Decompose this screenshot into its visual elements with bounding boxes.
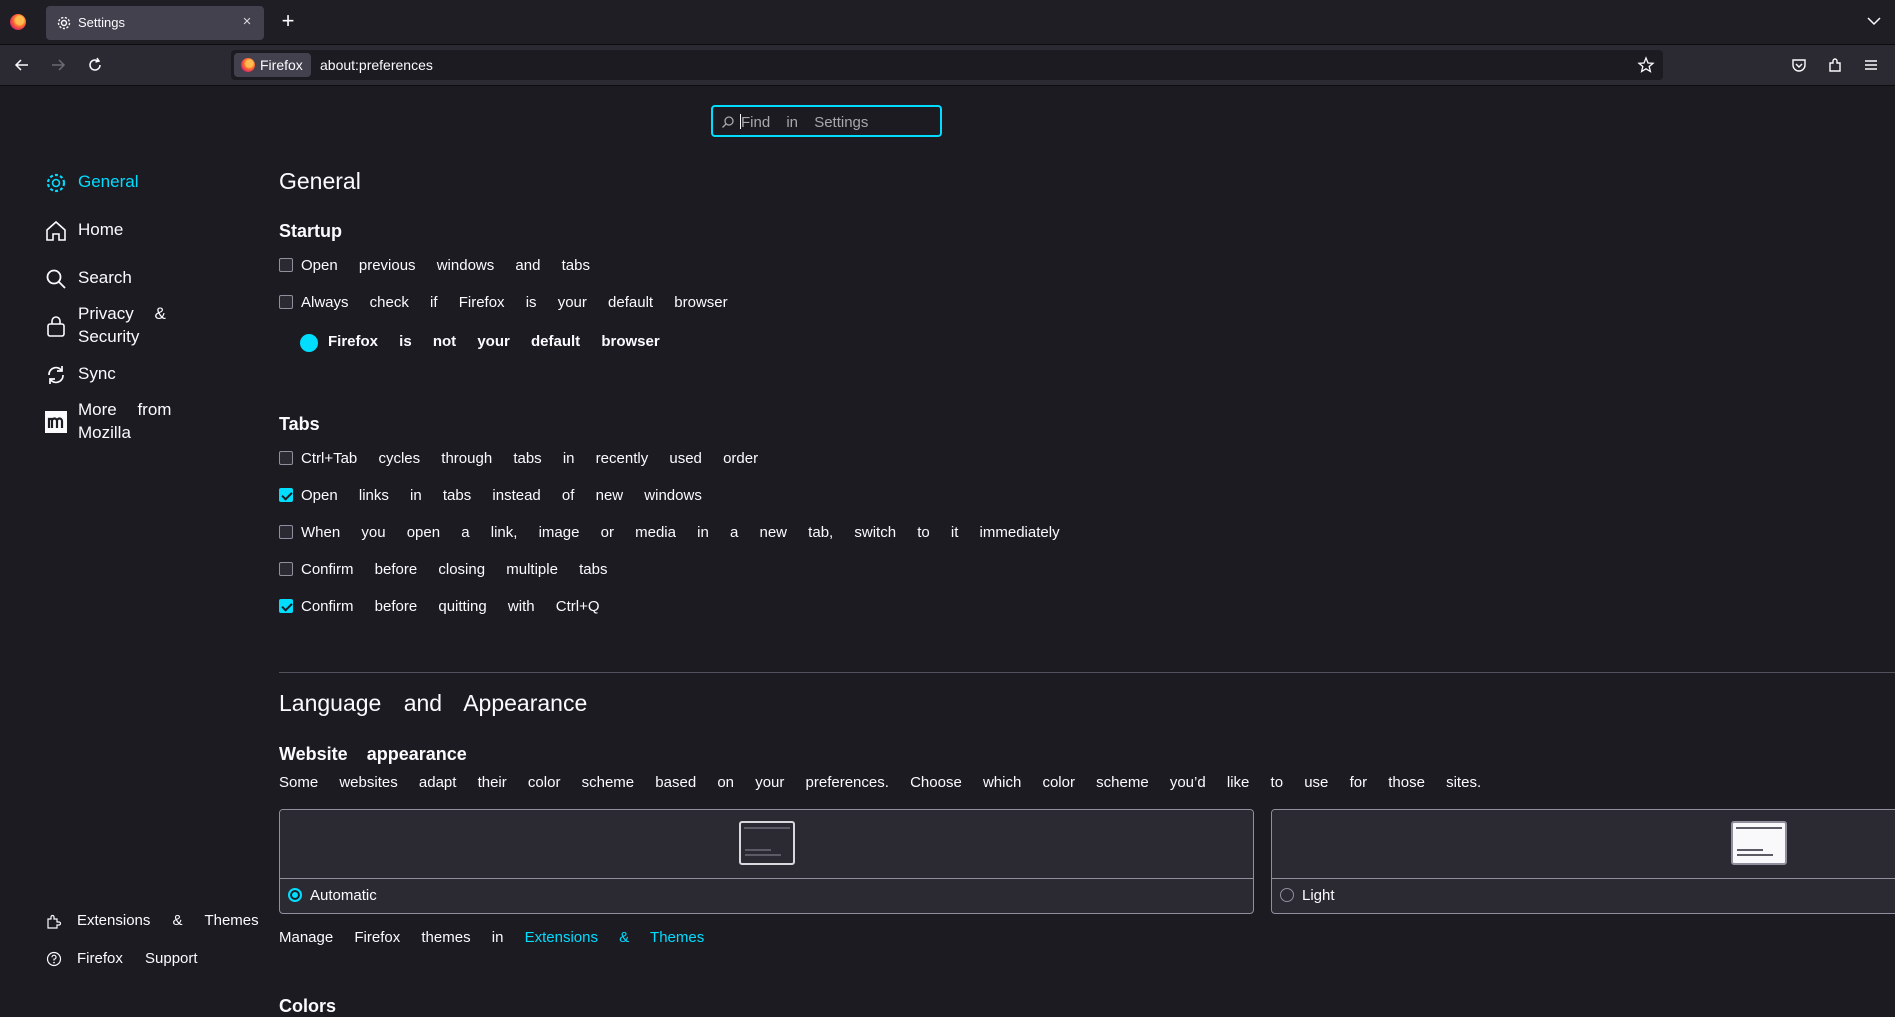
sad-face-icon [300,334,318,352]
home-icon [46,220,66,241]
mozilla-icon [45,411,67,433]
checkbox[interactable] [279,488,293,502]
radio-automatic[interactable] [288,888,302,902]
identity-label: Firefox [260,57,303,73]
checkbox-label: Confirm before quitting with Ctrl+Q [301,598,600,615]
back-icon[interactable] [12,55,32,75]
checkbox[interactable] [279,525,293,539]
checkbox[interactable] [279,258,293,272]
radio-light[interactable] [1280,888,1294,902]
heading-colors: Colors [279,996,337,1016]
automatic-theme-thumbnail [739,821,795,865]
sidebar-footer-label: Extensions & Themes [77,912,259,929]
tab-settings[interactable]: Settings × [46,6,264,40]
sidebar-item-label: General [78,172,139,191]
menu-icon[interactable] [1861,55,1881,75]
forward-icon[interactable] [48,55,68,75]
search-icon [722,116,734,128]
appearance-option-automatic[interactable]: Automatic [279,809,1254,914]
website-appearance-description: Some websites adapt their color scheme b… [279,774,1482,791]
reload-icon[interactable] [85,55,105,75]
lock-icon [47,316,65,337]
checkbox-label: Confirm before closing multiple tabs [301,561,608,578]
close-tab-button[interactable]: × [238,13,256,31]
section-divider [279,672,1895,673]
checkbox[interactable] [279,451,293,465]
checkbox-label: Ctrl+Tab cycles through tabs in recently… [301,450,759,467]
checkbox[interactable] [279,562,293,576]
sync-icon [48,366,64,384]
checkbox[interactable] [279,295,293,309]
puzzle-icon [47,914,62,929]
help-icon [46,951,62,967]
heading-tabs: Tabs [279,414,320,434]
search-icon [46,269,66,289]
sidebar-item-label: Search [78,268,132,287]
manage-themes-prefix: Manage Firefox themes in [279,929,504,946]
heading-startup: Startup [279,221,342,241]
firefox-logo-icon[interactable] [10,14,26,30]
text-caret [740,114,741,129]
bookmark-star-icon[interactable] [1637,56,1655,74]
manage-themes-text: Manage Firefox themes in Extensions & Th… [279,929,704,946]
appearance-option-label: Light [1302,887,1335,904]
light-theme-thumbnail [1731,821,1787,865]
tab-strip: Settings × + [0,0,1895,45]
sidebar-item-label: Privacy & Security [78,304,166,346]
firefox-icon [241,58,255,72]
pocket-icon[interactable] [1789,55,1809,75]
checkbox-label: Always check if Firefox is your default … [301,294,728,311]
gear-icon [57,16,71,30]
appearance-option-label: Automatic [310,887,377,904]
sidebar-item-label: Sync [78,364,116,383]
search-input[interactable] [739,107,938,137]
checkbox[interactable] [279,599,293,613]
sidebar-item-label: Home [78,220,124,239]
checkbox-label: When you open a link, image or media in … [301,524,1060,541]
gear-icon [46,173,66,193]
appearance-option-light[interactable]: Light [1271,809,1895,914]
extensions-themes-link[interactable]: Extensions & Themes [525,929,705,946]
new-tab-button[interactable]: + [278,10,298,32]
chevron-down-icon[interactable] [1865,12,1883,30]
navigation-toolbar: Firefox about:preferences [0,45,1895,86]
url-text[interactable]: about:preferences [320,57,433,73]
checkbox-label: Open previous windows and tabs [301,257,590,274]
default-browser-status-text: Firefox is not your default browser [328,333,660,350]
identity-box[interactable]: Firefox [234,53,311,77]
heading-website-appearance: Website appearance [279,744,467,764]
section-title-language-appearance: Language and Appearance [279,690,588,716]
settings-search[interactable] [711,105,942,137]
appearance-preview [1272,810,1895,879]
section-title-general: General [279,168,361,194]
tab-title: Settings [78,15,125,30]
extensions-icon[interactable] [1825,55,1845,75]
url-bar[interactable]: Firefox about:preferences [231,50,1663,80]
appearance-preview [280,810,1253,879]
sidebar-item-label: More from Mozilla [78,400,172,442]
sidebar-footer-label: Firefox Support [77,950,198,967]
checkbox-label: Open links in tabs instead of new window… [301,487,702,504]
